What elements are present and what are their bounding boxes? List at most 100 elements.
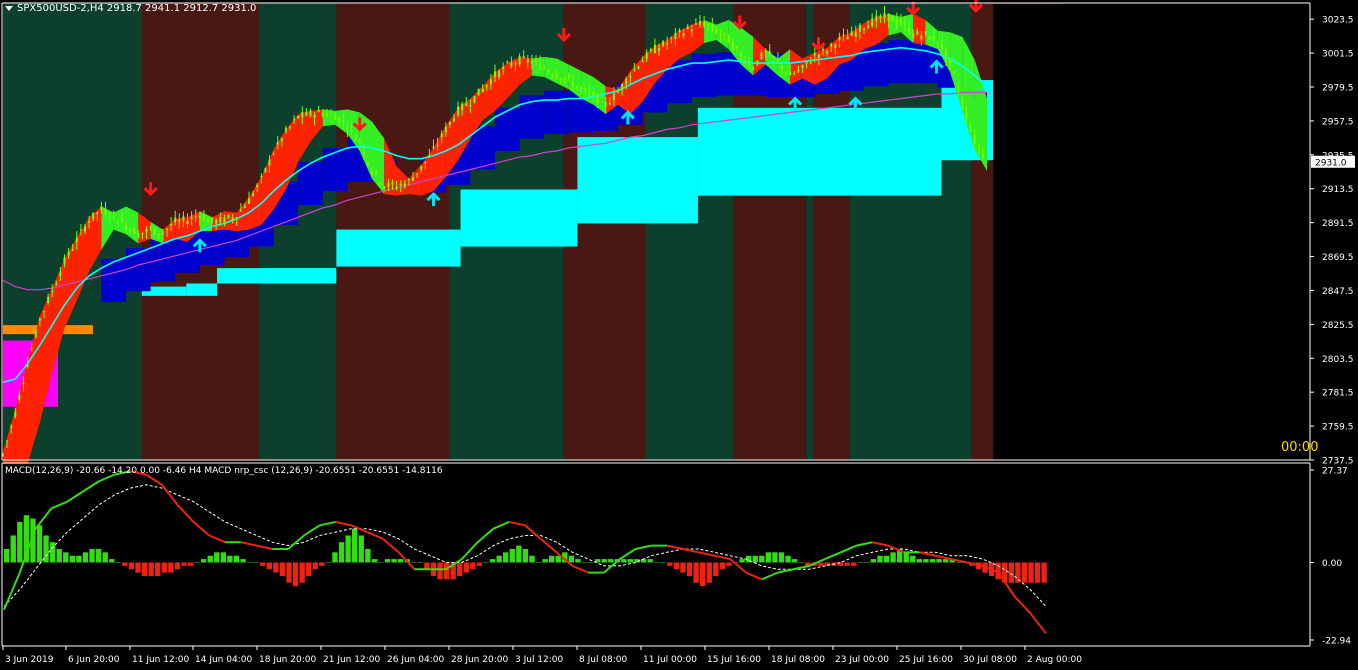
macd-histogram-bar (1034, 562, 1041, 583)
time-tick-label: 18 Jul 08:00 (771, 655, 825, 665)
candle-body (301, 112, 304, 118)
macd-histogram-bar (588, 562, 594, 563)
candle-body (699, 21, 701, 25)
price-tick-label: 2979.5 (1322, 84, 1354, 94)
candle-body (567, 75, 570, 77)
macd-histogram-bar (63, 552, 69, 563)
candle-body (793, 73, 796, 75)
macd-histogram-bar (332, 552, 338, 563)
macd-histogram-bar (489, 559, 496, 563)
candle-body (949, 58, 952, 64)
current-price-tag: 2931.0 (1311, 155, 1355, 168)
macd-histogram-bar (844, 562, 850, 566)
candle-body (735, 46, 738, 48)
candle-body (912, 33, 915, 38)
candle-body (957, 88, 960, 91)
macd-histogram-bar (509, 548, 515, 563)
candle-body (457, 106, 460, 116)
macd-histogram-bar (516, 545, 522, 563)
macd-histogram-bar (17, 521, 23, 563)
candle-body (871, 18, 874, 27)
macd-histogram-bar (1015, 562, 1021, 583)
macd-histogram-bar (680, 562, 686, 573)
candle-body (834, 44, 837, 49)
macd-histogram-bar (476, 562, 483, 566)
candle-body (867, 25, 870, 29)
macd-histogram-bar (10, 535, 16, 563)
candle-body (686, 26, 689, 30)
macd-histogram-bar (69, 555, 76, 563)
candle-body (84, 226, 86, 232)
macd-histogram-bar (706, 562, 712, 583)
candle-body (420, 165, 423, 170)
macd-histogram-bar (936, 559, 942, 563)
time-tick-label: 30 Jul 08:00 (963, 655, 1017, 665)
candle-body (666, 42, 669, 44)
macd-tick-label: 27.37 (1322, 467, 1348, 477)
candle-body (682, 33, 685, 37)
candle-body (707, 23, 710, 26)
candle-body (407, 179, 410, 181)
future-area (993, 4, 1309, 460)
macd-histogram-bar (568, 555, 575, 563)
macd-histogram-bar (772, 552, 778, 563)
candle-body (887, 13, 890, 22)
candle-body (22, 383, 25, 385)
candle-body (96, 212, 99, 214)
macd-histogram-bar (109, 559, 115, 563)
macd-histogram-bar (424, 562, 430, 570)
macd-histogram-bar (76, 555, 82, 563)
macd-histogram-bar (765, 552, 772, 563)
macd-histogram-bar (883, 555, 890, 563)
candle-body (227, 215, 230, 219)
macd-histogram-bar (522, 548, 529, 563)
macd-histogram-bar (654, 562, 660, 563)
candle-body (436, 144, 439, 146)
price-tick-label: 2869.5 (1322, 253, 1354, 263)
price-tick-label: 3023.5 (1322, 16, 1354, 26)
candle-body (748, 62, 751, 65)
collapse-triangle-icon[interactable] (5, 5, 13, 11)
macd-histogram-bar (798, 562, 804, 563)
candle-body (317, 110, 320, 112)
candle-body (174, 217, 177, 223)
candle-body (920, 35, 923, 40)
macd-histogram-bar (686, 562, 693, 577)
candle-body (526, 59, 529, 63)
macd-histogram-bar (870, 559, 877, 563)
blue-cloud-step (691, 53, 717, 98)
candle-body (428, 154, 431, 158)
candle-body (10, 426, 13, 428)
candle-body (530, 61, 533, 64)
macd-histogram-bar (890, 552, 896, 563)
candle-body (190, 216, 193, 220)
macd-caption: MACD(12,26,9) -20.66 -14.20 0.00 -6.46 H… (5, 466, 443, 476)
candle-body (498, 70, 501, 77)
candle-body (166, 228, 168, 230)
candle-body (694, 23, 697, 25)
candle-body (945, 51, 947, 60)
candle-body (961, 100, 964, 105)
macd-histogram-bar (89, 548, 95, 563)
macd-histogram-bar (864, 562, 870, 563)
time-tick-label: 6 Jun 20:00 (68, 655, 120, 665)
candle-body (346, 127, 349, 130)
candle-body (284, 128, 287, 132)
candle-body (797, 69, 800, 72)
macd-histogram-bar (200, 559, 207, 563)
candle-body (588, 91, 591, 93)
macd-histogram-bar (647, 559, 653, 563)
blue-cloud-step (126, 248, 151, 292)
macd-tick-label: -22.94 (1322, 637, 1351, 647)
candle-body (563, 77, 566, 80)
macd-histogram-bar (4, 548, 10, 563)
price-tick-label: 2803.5 (1322, 355, 1354, 365)
candle-body (186, 220, 189, 225)
candle-body (256, 184, 259, 188)
macd-histogram-bar (240, 559, 246, 563)
candle-body (141, 232, 144, 234)
macd-histogram-bar (36, 525, 43, 563)
macd-histogram-bar (700, 562, 706, 587)
candle-body (551, 74, 554, 76)
candle-body (809, 62, 812, 64)
